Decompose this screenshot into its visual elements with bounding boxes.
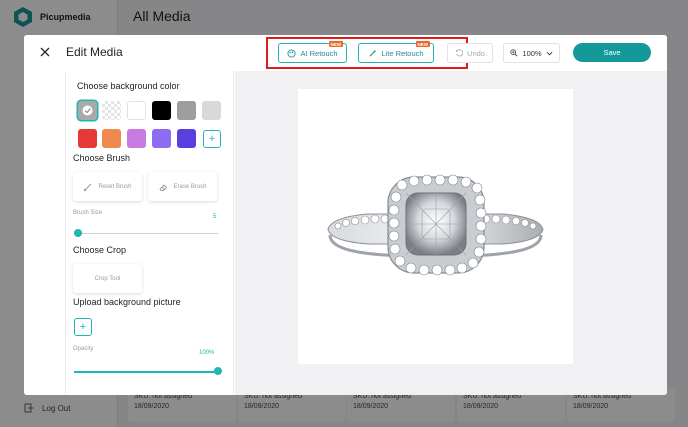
reset-brush-button[interactable]: Reset Brush	[73, 172, 142, 201]
upload-title: Upload background picture	[73, 297, 181, 307]
undo-button[interactable]: Undo	[447, 43, 493, 63]
check-icon	[82, 105, 93, 116]
zoom-value: 100%	[522, 48, 542, 58]
swatch-violet[interactable]	[127, 129, 146, 148]
product-image	[298, 89, 573, 364]
crop-tool-label: Crop Tool	[94, 275, 121, 282]
brush-icon	[84, 183, 92, 191]
upload-background-button[interactable]: +	[74, 318, 92, 336]
swatch-indigo[interactable]	[177, 129, 196, 148]
plus-icon: +	[208, 133, 216, 145]
brush-title: Choose Brush	[73, 153, 131, 163]
swatch-gray-selected[interactable]	[78, 101, 97, 120]
swatch-orange[interactable]	[102, 129, 121, 148]
edit-panel: Choose background color + Choose Brush R…	[66, 71, 234, 395]
swatch-transparent[interactable]	[102, 101, 121, 120]
bg-color-title: Choose background color	[77, 81, 180, 91]
swatch-light-gray[interactable]	[202, 101, 221, 120]
image-canvas[interactable]	[235, 71, 667, 395]
chevron-down-icon	[546, 51, 553, 55]
zoom-select[interactable]: 100%	[503, 43, 560, 63]
brush-size-thumb[interactable]	[74, 229, 83, 237]
save-button[interactable]: Save	[573, 43, 651, 62]
eraser-icon	[159, 183, 168, 191]
brush-size-label: Brush Size	[73, 210, 103, 216]
opacity-thumb[interactable]	[214, 367, 222, 375]
swatch-red[interactable]	[78, 129, 97, 148]
edit-media-modal: Edit Media AI Retouch NEW Lite Retouch N…	[24, 35, 667, 395]
retouch-highlight	[266, 37, 468, 69]
brush-size-track[interactable]	[74, 233, 218, 234]
brush-size-value: 5	[213, 214, 217, 220]
opacity-fill	[74, 370, 218, 373]
swatch-black[interactable]	[152, 101, 171, 120]
diamond-ring-image	[327, 174, 544, 276]
close-icon[interactable]	[38, 45, 52, 59]
erase-brush-button[interactable]: Erase Brush	[148, 172, 217, 201]
left-rail	[24, 71, 66, 395]
swatch-white[interactable]	[127, 101, 146, 120]
undo-icon	[455, 49, 464, 57]
reset-brush-label: Reset Brush	[98, 183, 132, 190]
modal-header: Edit Media AI Retouch NEW Lite Retouch N…	[24, 35, 667, 71]
zoom-icon	[510, 49, 518, 57]
undo-label: Undo	[467, 48, 485, 58]
swatch-purple[interactable]	[152, 129, 171, 148]
modal-title: Edit Media	[66, 45, 123, 59]
swatch-gray[interactable]	[177, 101, 196, 120]
erase-brush-label: Erase Brush	[173, 183, 207, 190]
opacity-label: Opacity	[73, 346, 94, 352]
plus-icon: +	[79, 321, 87, 333]
crop-tool-button[interactable]: Crop Tool	[73, 264, 142, 293]
crop-title: Choose Crop	[73, 245, 127, 255]
opacity-value: 100%	[199, 350, 215, 356]
add-color-button[interactable]: +	[203, 130, 221, 148]
